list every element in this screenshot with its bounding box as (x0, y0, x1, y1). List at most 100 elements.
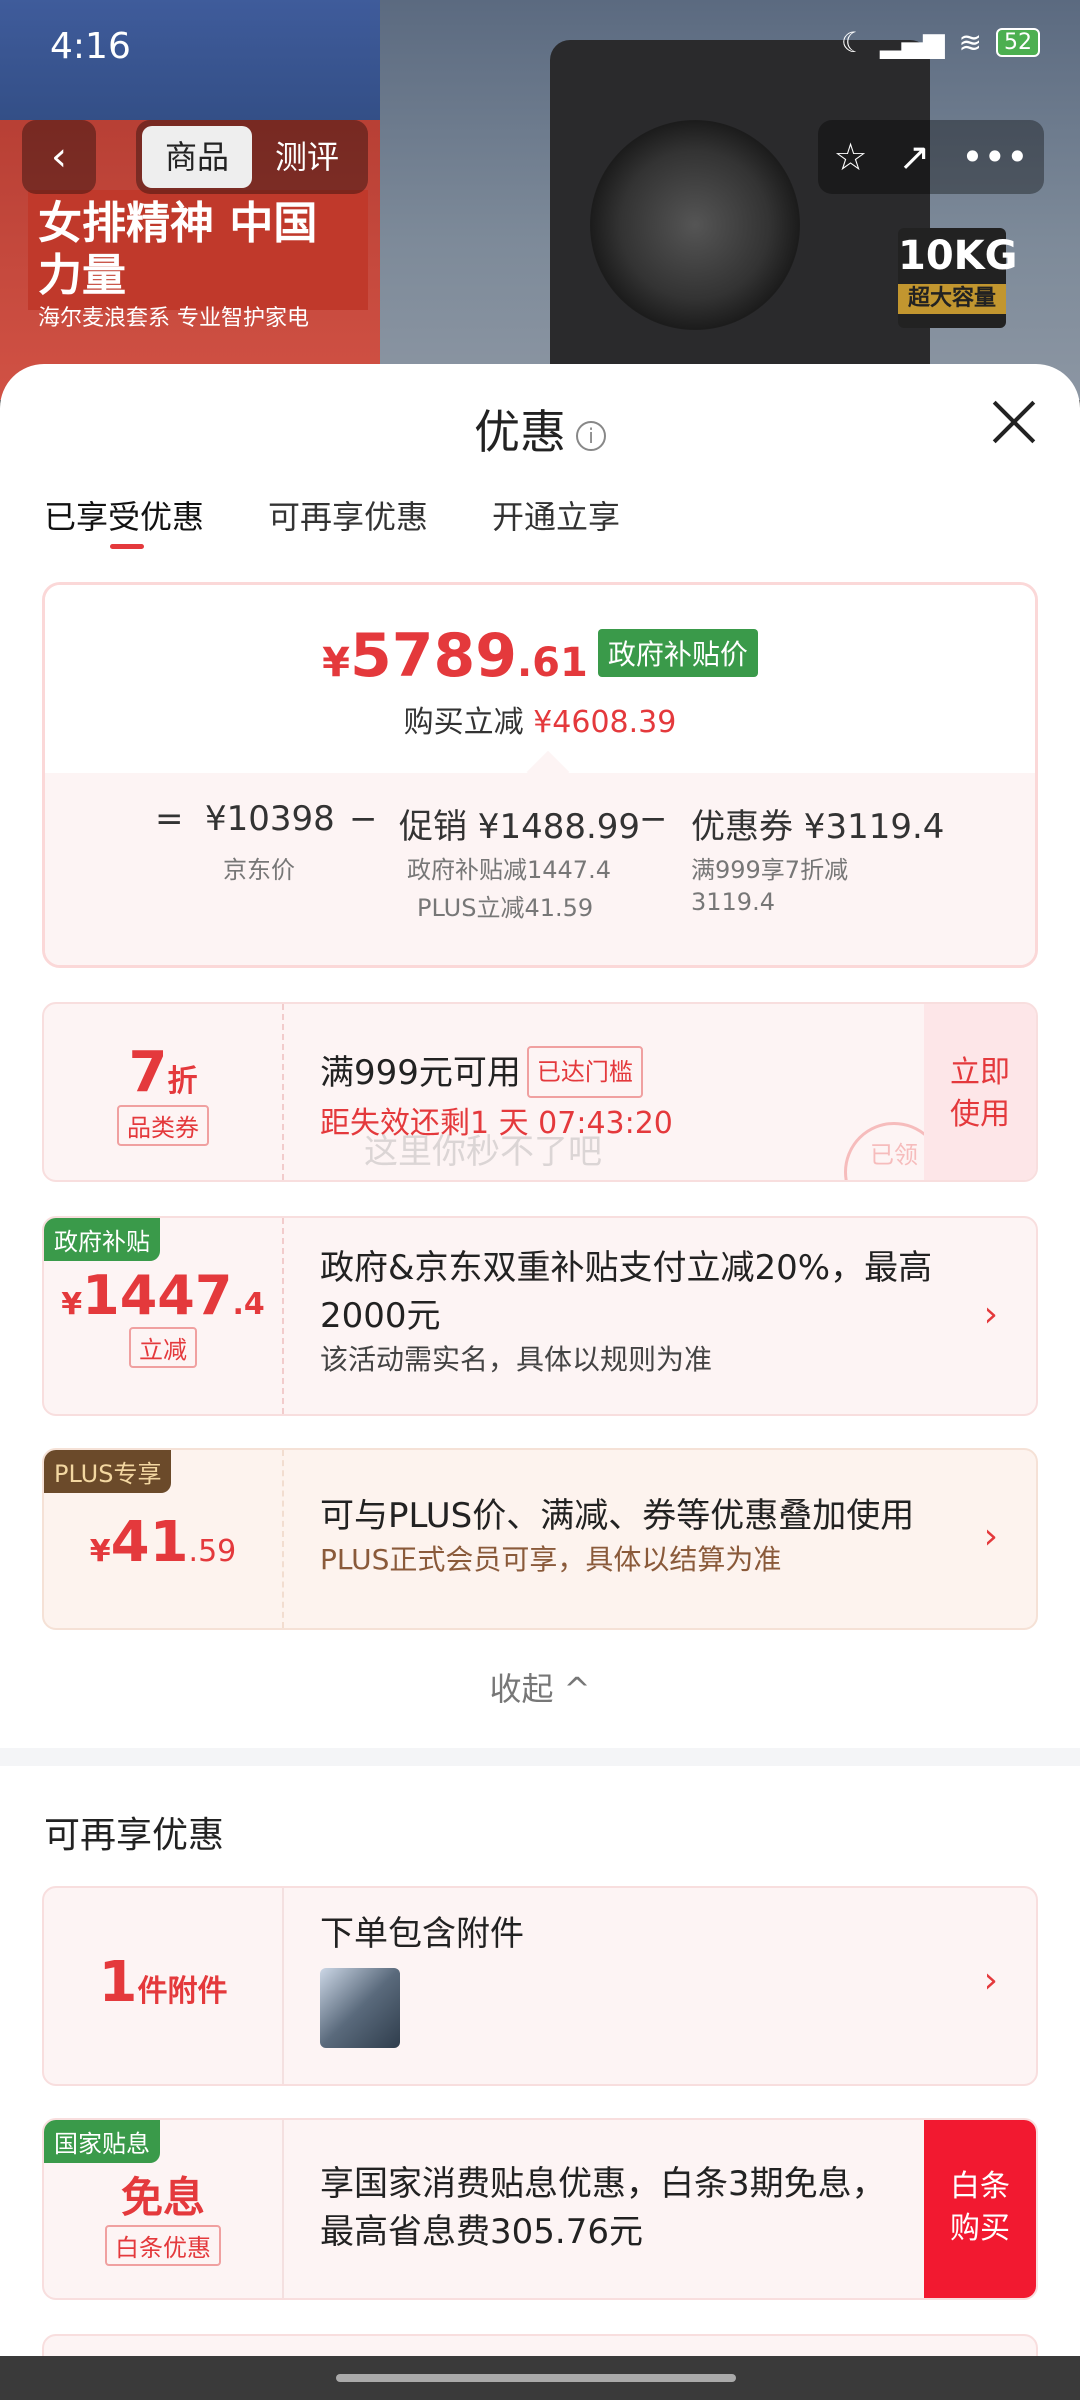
collapse-button[interactable]: 收起 ^ (0, 1664, 1080, 1710)
section-title: 可再享优惠 (44, 1815, 225, 1856)
accessory-unit: 件附件 (137, 1974, 228, 2009)
minus-sign: − (639, 799, 668, 839)
chevron-right-icon: › (983, 1960, 998, 2001)
discount-sheet: 优惠 i 已享受优惠 可再享优惠 开通立享 ¥5789.61 政府补贴价 购买立减… (0, 364, 1080, 2400)
page-tabs: 商品 测评 (136, 120, 368, 194)
national-subsidy-corner-tag: 国家贴息 (44, 2120, 160, 2163)
info-icon[interactable]: i (576, 420, 606, 451)
baitiao-buy-button[interactable]: 白条 购买 (924, 2120, 1036, 2298)
sheet-title-text: 优惠 (474, 405, 566, 459)
sheet-title: 优惠 i (0, 396, 1080, 462)
jd-price-label: 京东价 (223, 856, 295, 884)
accessory-thumbnail[interactable] (320, 1968, 400, 2048)
signal-icon: ▂▄▆ (879, 26, 945, 59)
gov-subsidy-tag: 政府补贴价 (597, 629, 758, 677)
gesture-bar (0, 2356, 1080, 2400)
minus-sign: − (349, 799, 378, 839)
accessory-card[interactable]: 1件附件 下单包含附件 › (42, 1886, 1038, 2086)
interest-free-card: 免息 白条优惠 国家贴息 享国家消费贴息优惠，白条3期免息，最高省息费305.7… (42, 2118, 1038, 2300)
moon-icon: ☾ (840, 26, 866, 59)
subsidy-note: 该活动需实名，具体以规则为准 (320, 1343, 713, 1376)
plus-corner-tag: PLUS专享 (44, 1450, 172, 1493)
tab-activate[interactable]: 开通立享 (492, 492, 620, 538)
price-decimal: .61 (516, 640, 588, 686)
coupon-amount: 优惠券 ¥3119.4 (691, 807, 945, 847)
back-button[interactable]: ‹ (22, 120, 96, 194)
plus-info: 可与PLUS价、满减、券等优惠叠加使用 PLUS正式会员可享，具体以结算为准 (320, 1492, 956, 1580)
coupon-type-tag: 品类券 (117, 1105, 209, 1146)
price-currency: ¥ (322, 640, 350, 686)
discount-number: 7 (128, 1040, 168, 1105)
plus-exclusive-card[interactable]: ¥41.59 PLUS专享 可与PLUS价、满减、券等优惠叠加使用 PLUS正式… (42, 1448, 1038, 1630)
promo-sub-plus: PLUS立减41.59 (417, 894, 594, 922)
tab-enjoyed[interactable]: 已享受优惠 (44, 492, 204, 549)
reduce-value: ¥4608.39 (533, 705, 677, 740)
baitiao-tag: 白条优惠 (105, 2225, 221, 2266)
accessory-info: 下单包含附件 (320, 1910, 956, 2048)
threshold-reached-tag: 已达门槛 (526, 1046, 643, 1098)
coupon-title-row: 满999元可用 已达门槛 (320, 1046, 956, 1098)
baitiao-buy-label: 白条 购买 (950, 2169, 1010, 2246)
final-price: ¥5789.61 (322, 621, 588, 691)
equals-sign: = (155, 799, 184, 839)
category-coupon-card: 7折 品类券 满999元可用 已达门槛 距失效还剩1 天 07:43:20 这里你… (42, 1002, 1038, 1182)
banner-slogan: 女排精神 中国力量 海尔麦浪套系 专业智护家电 (28, 190, 368, 331)
coupon-value: 7折 品类券 (44, 1004, 284, 1180)
plus-note: PLUS正式会员可享，具体以结算为准 (320, 1543, 782, 1576)
reduce-label: 购买立减 (403, 705, 524, 740)
tab-product[interactable]: 商品 (142, 126, 252, 188)
discount-unit: 折 (167, 1064, 198, 1099)
interest-info: 享国家消费贴息优惠，白条3期免息，最高省息费305.76元 (320, 2160, 886, 2256)
chevron-right-icon: › (983, 1294, 998, 1335)
interest-title: 享国家消费贴息优惠，白条3期免息，最高省息费305.76元 (320, 2164, 886, 2252)
use-now-button[interactable]: 立即 使用 (924, 1004, 1036, 1180)
subsidy-decimal: .4 (232, 1287, 265, 1322)
watermark-text: 这里你秒不了吧 (364, 1132, 602, 1172)
gov-corner-tag: 政府补贴 (44, 1218, 160, 1261)
tab-more-available[interactable]: 可再享优惠 (268, 492, 428, 538)
home-indicator[interactable] (336, 2374, 736, 2382)
subsidy-currency: ¥ (61, 1287, 83, 1322)
top-tools: ☆ ↗ ••• (818, 120, 1044, 194)
status-bar: 4:16 ☾ ▂▄▆ ≋ 52 (0, 0, 1080, 100)
section-divider (0, 1748, 1080, 1766)
plus-decimal: .59 (188, 1534, 237, 1569)
sheet-header: 优惠 i (0, 364, 1080, 460)
status-icons: ☾ ▂▄▆ ≋ 52 (841, 26, 1040, 59)
jd-price: ¥10398 (205, 799, 335, 839)
coupon-sub-value: 3119.4 (691, 888, 775, 916)
wifi-icon: ≋ (958, 26, 982, 59)
subsidy-title: 政府&京东双重补贴支付立减20%，最高2000元 (320, 1248, 933, 1336)
gov-subsidy-card[interactable]: ¥1447.4 立减 政府补贴 政府&京东双重补贴支付立减20%，最高2000元… (42, 1216, 1038, 1416)
battery-icon: 52 (996, 28, 1040, 57)
plus-title: 可与PLUS价、满减、券等优惠叠加使用 (320, 1496, 915, 1536)
star-icon[interactable]: ☆ (833, 135, 867, 179)
accessory-number: 1 (98, 1950, 138, 2015)
coupon-title: 满999元可用 (320, 1053, 521, 1093)
subsidy-integer: 1447 (82, 1264, 233, 1327)
top-nav: ‹ 商品 测评 ☆ ↗ ••• (0, 118, 1080, 198)
close-button[interactable] (992, 400, 1036, 444)
accessory-count: 1件附件 (44, 1888, 284, 2084)
promo-amount: 促销 ¥1488.99 (399, 807, 641, 847)
subsidy-info: 政府&京东双重补贴支付立减20%，最高2000元 该活动需实名，具体以规则为准 (320, 1244, 956, 1380)
interest-free-label: 免息 (120, 2173, 205, 2222)
slogan-subtext: 海尔麦浪套系 专业智护家电 (38, 306, 309, 331)
capacity-value: 10KG (898, 233, 1018, 279)
reduce-line: 购买立减 ¥4608.39 (45, 697, 1035, 741)
promo-sub-gov: 政府补贴减1447.4 (407, 856, 611, 884)
plus-currency: ¥ (89, 1534, 111, 1569)
tab-review[interactable]: 测评 (252, 126, 362, 188)
discount-tabs: 已享受优惠 可再享优惠 开通立享 (0, 460, 1080, 549)
capacity-label: 超大容量 (898, 284, 1006, 314)
subsidy-tag: 立减 (129, 1327, 197, 1368)
plus-integer: 41 (110, 1510, 189, 1575)
status-time: 4:16 (50, 26, 131, 67)
price-integer: 5789 (349, 621, 517, 691)
final-price-area: ¥5789.61 政府补贴价 购买立减 ¥4608.39 (45, 585, 1035, 773)
accessory-title: 下单包含附件 (320, 1914, 524, 1954)
use-now-label: 立即 使用 (950, 1055, 1010, 1132)
capacity-badge: 10KG 超大容量 (898, 228, 1018, 328)
share-icon[interactable]: ↗ (898, 135, 930, 179)
more-icon[interactable]: ••• (961, 135, 1028, 179)
